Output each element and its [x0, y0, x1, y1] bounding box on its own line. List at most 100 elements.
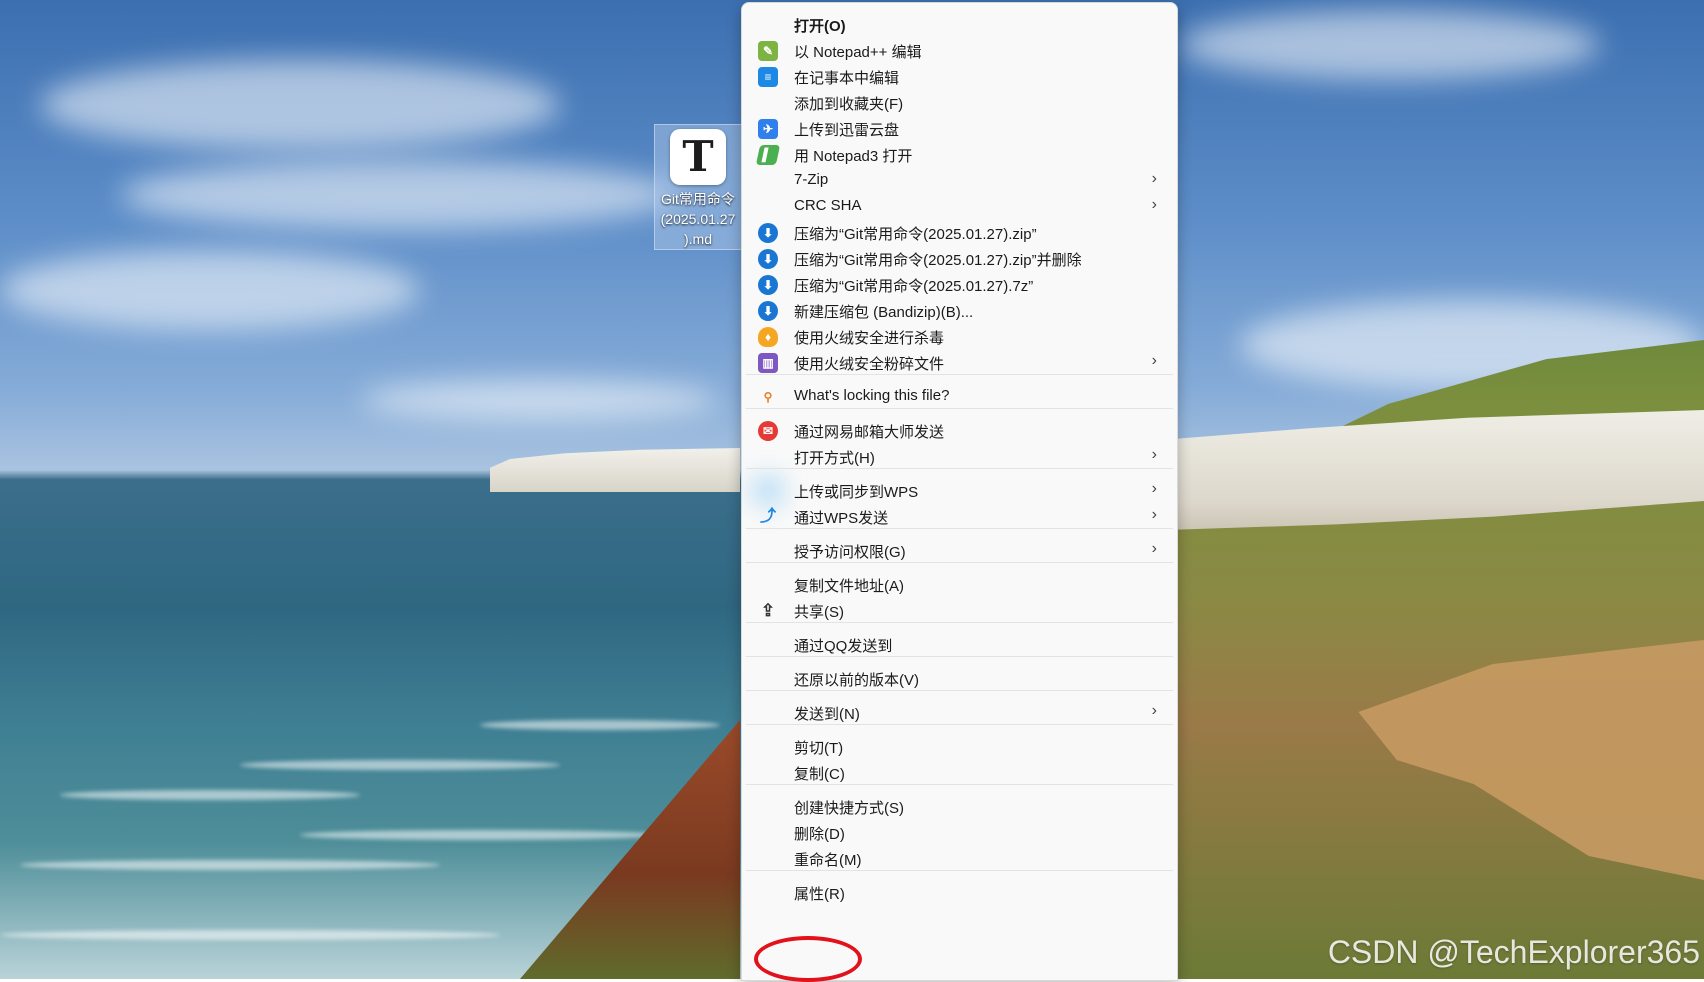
menu-item[interactable]: 剪切(T) [748, 733, 1171, 761]
menu-separator [746, 562, 1173, 563]
share-icon: ⇪ [760, 601, 776, 620]
menu-item[interactable]: 通过QQ发送到 [748, 631, 1171, 659]
wave [60, 790, 360, 800]
notepad3-icon: ▍ [755, 145, 781, 165]
menu-item-label: 共享(S) [794, 604, 844, 621]
menu-item[interactable]: ☁ 上传或同步到WPS › [748, 477, 1171, 505]
menu-item[interactable]: 删除(D) [748, 819, 1171, 847]
notepadpp-icon: ✎ [758, 41, 778, 61]
menu-item-label: 压缩为“Git常用命令(2025.01.27).7z” [794, 278, 1034, 295]
cloud [1180, 10, 1600, 80]
wps-cloud-icon: ☁ [758, 481, 778, 501]
shredder-icon: ▥ [758, 353, 778, 373]
menu-item-label: 上传或同步到WPS [794, 484, 919, 501]
menu-separator [746, 656, 1173, 657]
menu-separator [746, 468, 1173, 469]
menu-item[interactable]: ⇪ 共享(S) [748, 597, 1171, 625]
chevron-right-icon: › [1151, 352, 1157, 369]
chevron-right-icon: › [1151, 446, 1157, 463]
menu-item-label: 创建快捷方式(S) [794, 800, 904, 817]
menu-item[interactable]: 还原以前的版本(V) [748, 665, 1171, 693]
menu-item[interactable]: 7-Zip › [748, 167, 1171, 195]
wave [480, 720, 720, 730]
lock-search-icon: ⚲ [763, 390, 773, 404]
menu-item-label: 上传到迅雷云盘 [794, 122, 900, 139]
menu-item-label: 添加到收藏夹(F) [794, 96, 904, 113]
menu-separator [746, 784, 1173, 785]
watermark: CSDN @TechExplorer365 [1327, 934, 1700, 970]
menu-item[interactable]: ≡ 在记事本中编辑 [748, 63, 1171, 91]
menu-item[interactable]: 添加到收藏夹(F) [748, 89, 1171, 117]
bandizip-icon: ⬇ [758, 275, 778, 295]
huorong-icon: ♦ [758, 327, 778, 347]
menu-item-label: 7-Zip [794, 171, 829, 188]
menu-item[interactable]: CRC SHA › [748, 193, 1171, 221]
menu-item-label: 发送到(N) [794, 706, 860, 723]
wps-send-icon: ⤴ [759, 508, 776, 525]
menu-item-label: 压缩为“Git常用命令(2025.01.27).zip” [794, 226, 1037, 243]
menu-item[interactable]: 打开(O) [748, 11, 1171, 39]
file-name-label: Git常用命令 (2025.01.27 ).md [660, 191, 736, 247]
menu-item-label: 通过网易邮箱大师发送 [794, 424, 945, 441]
menu-item[interactable]: 复制(C) [748, 759, 1171, 787]
menu-separator [746, 870, 1173, 871]
menu-item-label: 使用火绒安全粉碎文件 [794, 356, 945, 373]
menu-item-label: 打开(O) [794, 18, 846, 35]
text-file-icon: T [670, 129, 726, 185]
menu-item-label: 使用火绒安全进行杀毒 [794, 330, 945, 347]
menu-item[interactable]: ▥ 使用火绒安全粉碎文件 › [748, 349, 1171, 377]
menu-item[interactable]: ⚲ What's locking this file? [748, 383, 1171, 411]
menu-item[interactable]: 复制文件地址(A) [748, 571, 1171, 599]
desktop-file-icon[interactable]: T Git常用命令 (2025.01.27 ).md [654, 124, 742, 250]
chevron-right-icon: › [1151, 506, 1157, 523]
menu-separator [746, 374, 1173, 375]
menu-item[interactable]: ⬇ 新建压缩包 (Bandizip)(B)... [748, 297, 1171, 325]
menu-item-label: CRC SHA [794, 197, 862, 214]
menu-item-label: 压缩为“Git常用命令(2025.01.27).zip”并删除 [794, 252, 1082, 269]
menu-item[interactable]: ⬇ 压缩为“Git常用命令(2025.01.27).zip”并删除 [748, 245, 1171, 273]
cloud [360, 380, 720, 420]
menu-separator [746, 690, 1173, 691]
menu-item[interactable]: ⬇ 压缩为“Git常用命令(2025.01.27).7z” [748, 271, 1171, 299]
menu-separator [746, 408, 1173, 409]
menu-item[interactable]: ✈ 上传到迅雷云盘 [748, 115, 1171, 143]
menu-item[interactable]: 属性(R) [748, 879, 1171, 907]
menu-item-label: 剪切(T) [794, 740, 844, 757]
chevron-right-icon: › [1151, 540, 1157, 557]
menu-separator [746, 528, 1173, 529]
menu-item-label: 在记事本中编辑 [794, 70, 900, 87]
netease-mail-icon: ✉ [758, 421, 778, 441]
wave [20, 860, 440, 870]
cloud [40, 60, 560, 150]
menu-item[interactable]: ♦ 使用火绒安全进行杀毒 [748, 323, 1171, 351]
annotation-circle [754, 936, 862, 982]
menu-item[interactable]: ⤴ 通过WPS发送 › [748, 503, 1171, 531]
menu-item-label: What's locking this file? [794, 387, 950, 404]
bandizip-icon: ⬇ [758, 223, 778, 243]
menu-item[interactable]: ▍ 用 Notepad3 打开 [748, 141, 1171, 169]
bandizip-icon: ⬇ [758, 301, 778, 321]
menu-item-label: 重命名(M) [794, 852, 862, 869]
menu-item-label: 通过QQ发送到 [794, 638, 893, 655]
context-menu: 打开(O) ✎ 以 Notepad++ 编辑 ≡ 在记事本中编辑添加到收藏夹(F) ✈ 上传… [741, 2, 1178, 981]
menu-item-label: 打开方式(H) [794, 450, 875, 467]
menu-item[interactable]: ✎ 以 Notepad++ 编辑 [748, 37, 1171, 65]
menu-item[interactable]: ✉ 通过网易邮箱大师发送 [748, 417, 1171, 445]
menu-item[interactable]: 打开方式(H) › [748, 443, 1171, 471]
cloud [120, 160, 680, 230]
menu-item[interactable]: 重命名(M) [748, 845, 1171, 873]
menu-item[interactable]: 创建快捷方式(S) [748, 793, 1171, 821]
menu-item-label: 新建压缩包 (Bandizip)(B)... [794, 304, 974, 321]
menu-item[interactable]: 发送到(N) › [748, 699, 1171, 727]
menu-item[interactable]: 授予访问权限(G) › [748, 537, 1171, 565]
menu-item[interactable]: ⬇ 压缩为“Git常用命令(2025.01.27).zip” [748, 219, 1171, 247]
bandizip-icon: ⬇ [758, 249, 778, 269]
chevron-right-icon: › [1151, 702, 1157, 719]
menu-item-label: 以 Notepad++ 编辑 [794, 44, 922, 61]
menu-item-label: 还原以前的版本(V) [794, 672, 919, 689]
menu-item-label: 复制(C) [794, 766, 845, 783]
menu-separator [746, 622, 1173, 623]
white-cliff-left [490, 448, 740, 492]
wave [240, 760, 560, 770]
cloud [0, 250, 420, 330]
